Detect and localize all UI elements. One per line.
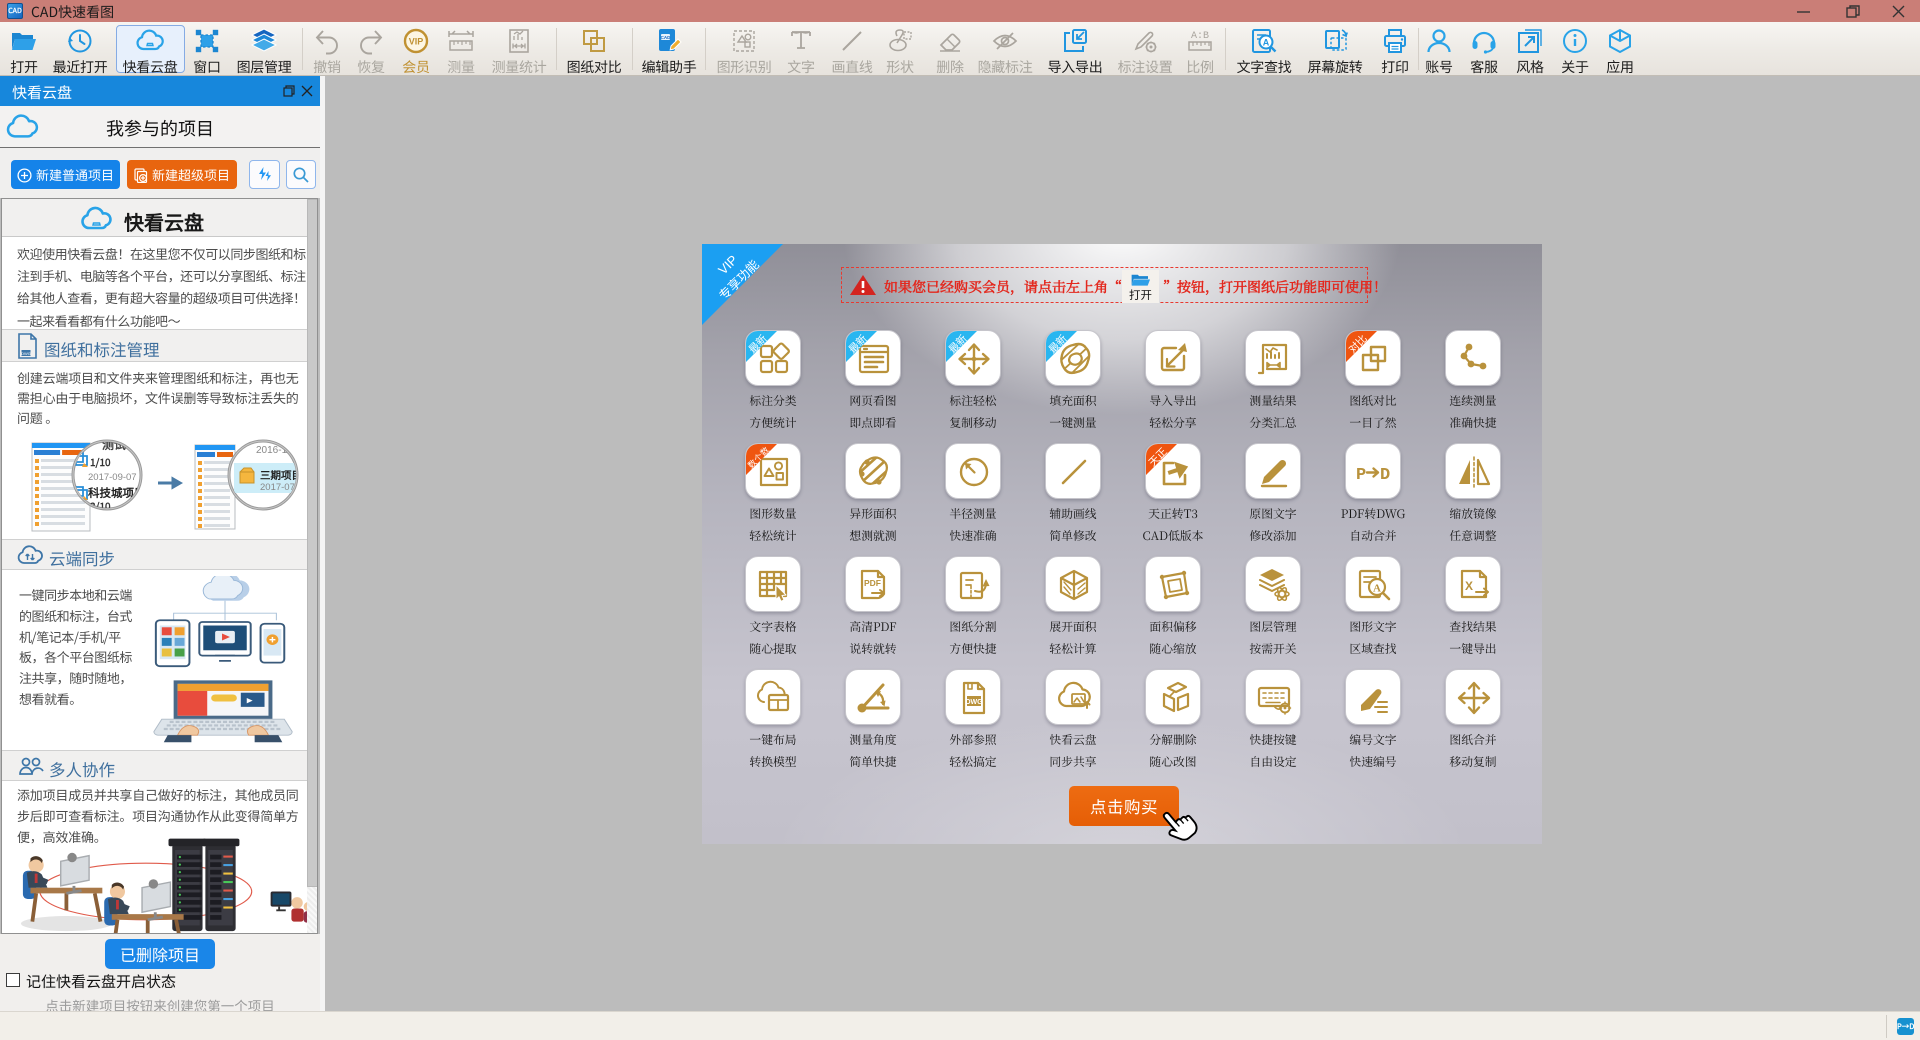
svg-text:A:B: A:B — [1191, 31, 1209, 42]
svg-text:A: A — [1263, 38, 1270, 48]
svg-text:P: P — [1356, 466, 1366, 485]
svg-text:A: A — [1373, 583, 1381, 595]
svg-text:三期项目图: 三期项目图 — [260, 468, 310, 483]
svg-text:D: D — [1380, 466, 1390, 485]
svg-text:DWG: DWG — [21, 351, 31, 356]
svg-text:2017-09-07 1: 2017-09-07 1 — [88, 472, 145, 483]
svg-text:X: X — [1465, 579, 1473, 593]
svg-text:2017-07-07: 2017-07-07 — [260, 482, 309, 493]
svg-text:DWG: DWG — [965, 699, 983, 706]
svg-text:CAD: CAD — [661, 35, 671, 40]
svg-text:PDF: PDF — [864, 578, 881, 588]
svg-text:1/10: 1/10 — [90, 454, 111, 469]
svg-text:2016-07-1: 2016-07-1 — [88, 515, 131, 526]
